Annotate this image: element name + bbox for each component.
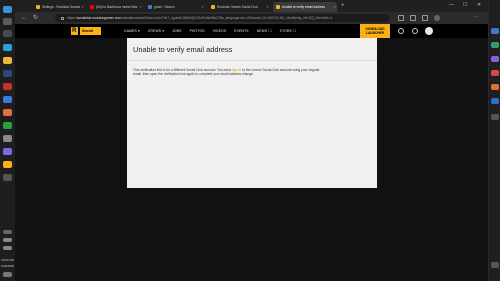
rockstar-favicon-icon (211, 5, 215, 9)
rockstar-favicon-icon (36, 5, 40, 9)
menu-store[interactable]: STORE ☐ (280, 29, 297, 33)
tab-label: (84) bo Bachkova mutist Mas (96, 5, 138, 9)
close-icon[interactable]: × (80, 5, 85, 9)
sidebar-settings-icon[interactable] (491, 262, 499, 268)
tab-settings[interactable]: Settings - Rockstar Games Social Club × (33, 2, 85, 12)
menu-videos[interactable]: VIDEOS (213, 29, 227, 33)
tab-label: gmail - Search (154, 5, 175, 9)
launcher-label: LAUNCHER (366, 31, 384, 35)
search-icon[interactable] (398, 28, 404, 34)
lock-icon[interactable] (61, 16, 64, 20)
sidebar-games-icon[interactable] (491, 70, 499, 76)
tab-label: Settings - Rockstar Games Social Club (42, 5, 80, 9)
menu-events[interactable]: EVENTS (234, 29, 248, 33)
edge-icon[interactable] (3, 44, 12, 51)
more-menu-icon[interactable]: ··· (473, 15, 479, 21)
tab-search[interactable]: gmail - Search × (145, 2, 205, 12)
sidebar-office-icon[interactable] (491, 84, 499, 90)
web-page: R Social Club GAMES ▾ CREWS ▾ JOBS PHOTO… (15, 24, 488, 281)
sidebar-outlook-icon[interactable] (491, 98, 499, 104)
extensions-icon[interactable] (422, 15, 428, 21)
sidebar-tools-icon[interactable] (491, 56, 499, 62)
wifi-icon[interactable] (3, 238, 12, 242)
logo-wordmark: Social Club (79, 27, 101, 41)
close-window-icon[interactable]: ✕ (477, 1, 481, 10)
steam-icon[interactable] (3, 70, 12, 77)
app-icon[interactable] (3, 83, 12, 90)
close-icon[interactable]: × (138, 5, 143, 9)
menu-crews[interactable]: CREWS ▾ (148, 29, 164, 33)
close-icon[interactable]: × (332, 5, 337, 9)
sidebar-search-icon[interactable] (491, 28, 499, 34)
minimize-icon[interactable]: — (449, 1, 454, 10)
page-title: Unable to verify email address (133, 45, 233, 54)
tab-social-club[interactable]: Rockstar Games Social Club × (208, 2, 270, 12)
settings-icon[interactable] (3, 135, 12, 142)
close-icon[interactable]: × (265, 5, 270, 9)
tab-label: Rockstar Games Social Club (217, 5, 258, 9)
discord-icon[interactable] (3, 148, 12, 155)
social-club-logo[interactable]: R Social Club (71, 27, 101, 41)
task-view-icon[interactable] (3, 30, 12, 37)
mail-icon[interactable] (3, 96, 12, 103)
clock-time[interactable]: 10:53 AM (0, 258, 15, 262)
notifications-icon[interactable] (412, 28, 418, 34)
social-club-navbar: R Social Club GAMES ▾ CREWS ▾ JOBS PHOTO… (15, 24, 488, 41)
new-tab-button[interactable]: + (341, 2, 345, 11)
edge-sidebar (488, 0, 500, 281)
favorites-star-icon[interactable] (398, 15, 404, 21)
avatar[interactable] (425, 27, 433, 35)
menu-games[interactable]: GAMES ▾ (124, 29, 140, 33)
tab-unable-verify[interactable]: Unable to verify email address × (273, 2, 337, 12)
profile-icon[interactable] (434, 15, 440, 21)
maximize-icon[interactable]: ☐ (463, 1, 467, 10)
xbox-icon[interactable] (3, 122, 12, 129)
photos-icon[interactable] (3, 109, 12, 116)
menu-news[interactable]: NEWS ☐ (257, 29, 272, 33)
volume-icon[interactable] (3, 246, 12, 250)
rockstar-logo-icon: R (71, 27, 78, 35)
sidebar-add-icon[interactable] (491, 114, 499, 120)
windows-start-icon[interactable] (3, 6, 12, 13)
menu-photos[interactable]: PHOTOS (190, 29, 205, 33)
divider (127, 60, 377, 61)
sign-in-link[interactable]: sign in (232, 68, 242, 72)
explorer-icon[interactable] (3, 57, 12, 64)
rockstar-favicon-icon (276, 5, 280, 9)
app2-icon[interactable] (3, 174, 12, 181)
youtube-favicon-icon (90, 5, 94, 9)
notification-icon[interactable] (3, 272, 12, 277)
main-menu: GAMES ▾ CREWS ▾ JOBS PHOTOS VIDEOS EVENT… (124, 24, 304, 38)
download-launcher-button[interactable]: DOWNLOAD LAUNCHER (360, 24, 390, 38)
windows-taskbar: 10:53 AM 11/2/2023 (0, 0, 15, 281)
sidebar-shopping-icon[interactable] (491, 42, 499, 48)
browser-tab-bar: Settings - Rockstar Games Social Club × … (15, 0, 488, 12)
menu-jobs[interactable]: JOBS (172, 29, 181, 33)
url-text: https://socialclub.rockstargames.com/act… (67, 16, 333, 20)
tab-label: Unable to verify email address (282, 5, 325, 9)
verification-card: Unable to verify email address This veri… (127, 38, 377, 188)
message-text: This verification link is for a differen… (133, 68, 231, 72)
close-icon[interactable]: × (200, 5, 205, 9)
clock-date[interactable]: 11/2/2023 (0, 264, 15, 268)
search-icon[interactable] (3, 18, 12, 25)
back-icon[interactable]: ← (21, 14, 27, 22)
address-bar[interactable]: https://socialclub.rockstargames.com/act… (55, 14, 390, 22)
verification-message: This verification link is for a differen… (133, 68, 323, 77)
tab-youtube[interactable]: (84) bo Bachkova mutist Mas × (87, 2, 143, 12)
rockstar-icon[interactable] (3, 161, 12, 168)
tray-chevron-icon[interactable] (3, 230, 12, 234)
refresh-icon[interactable]: ↻ (33, 14, 38, 22)
browser-toolbar: ← ↻ https://socialclub.rockstargames.com… (15, 12, 488, 24)
search-favicon-icon (148, 5, 152, 9)
collections-icon[interactable] (410, 15, 416, 21)
